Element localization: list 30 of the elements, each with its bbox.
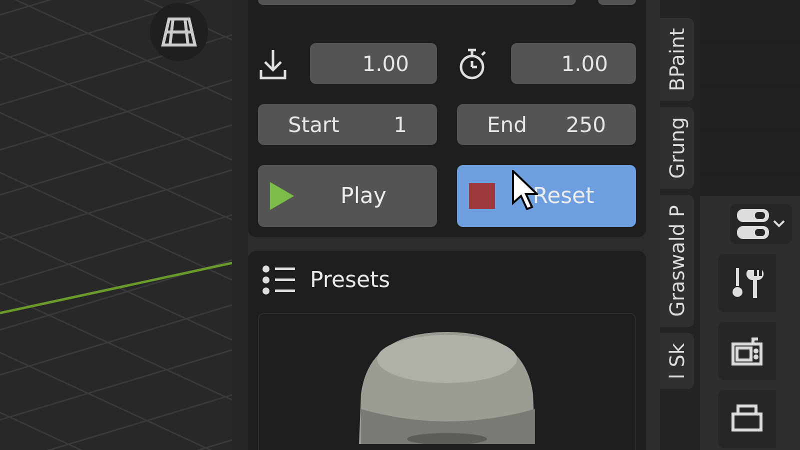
tools-icon (730, 266, 764, 300)
grid-icon (161, 17, 197, 47)
number-field[interactable]: 1.00 (310, 43, 437, 84)
presets-title: Presets (310, 268, 390, 292)
play-icon (270, 182, 294, 210)
stop-icon (469, 183, 495, 209)
printer-icon (731, 404, 763, 434)
camera-icon (731, 336, 763, 366)
sidebar-tab[interactable]: BPaint (660, 18, 694, 102)
render-tab[interactable] (718, 322, 776, 380)
toggle-icon (737, 209, 769, 239)
field-value: 1 (394, 112, 407, 136)
sidebar-tab[interactable]: Graswald P (660, 195, 694, 327)
stopwatch-icon (457, 46, 489, 80)
field-label: End (487, 112, 527, 136)
field-label: Start (288, 112, 340, 136)
download-icon (258, 48, 288, 80)
perspective-toggle-button[interactable] (150, 3, 208, 61)
list-icon (262, 265, 296, 295)
editor-type-button[interactable] (730, 204, 792, 244)
field-value: 250 (566, 112, 606, 136)
frame-field[interactable]: End 250 (457, 104, 636, 145)
chevron-icon (773, 220, 785, 228)
sidebar-tab[interactable]: l Sk (660, 332, 694, 389)
number-field[interactable]: 1.00 (511, 43, 636, 84)
sidebar-tab[interactable]: Grung (660, 107, 694, 189)
frame-field[interactable]: Start 1 (258, 104, 437, 145)
play-button[interactable]: Play (258, 165, 437, 227)
tool-tab[interactable] (718, 254, 776, 312)
output-tab[interactable] (718, 390, 776, 448)
